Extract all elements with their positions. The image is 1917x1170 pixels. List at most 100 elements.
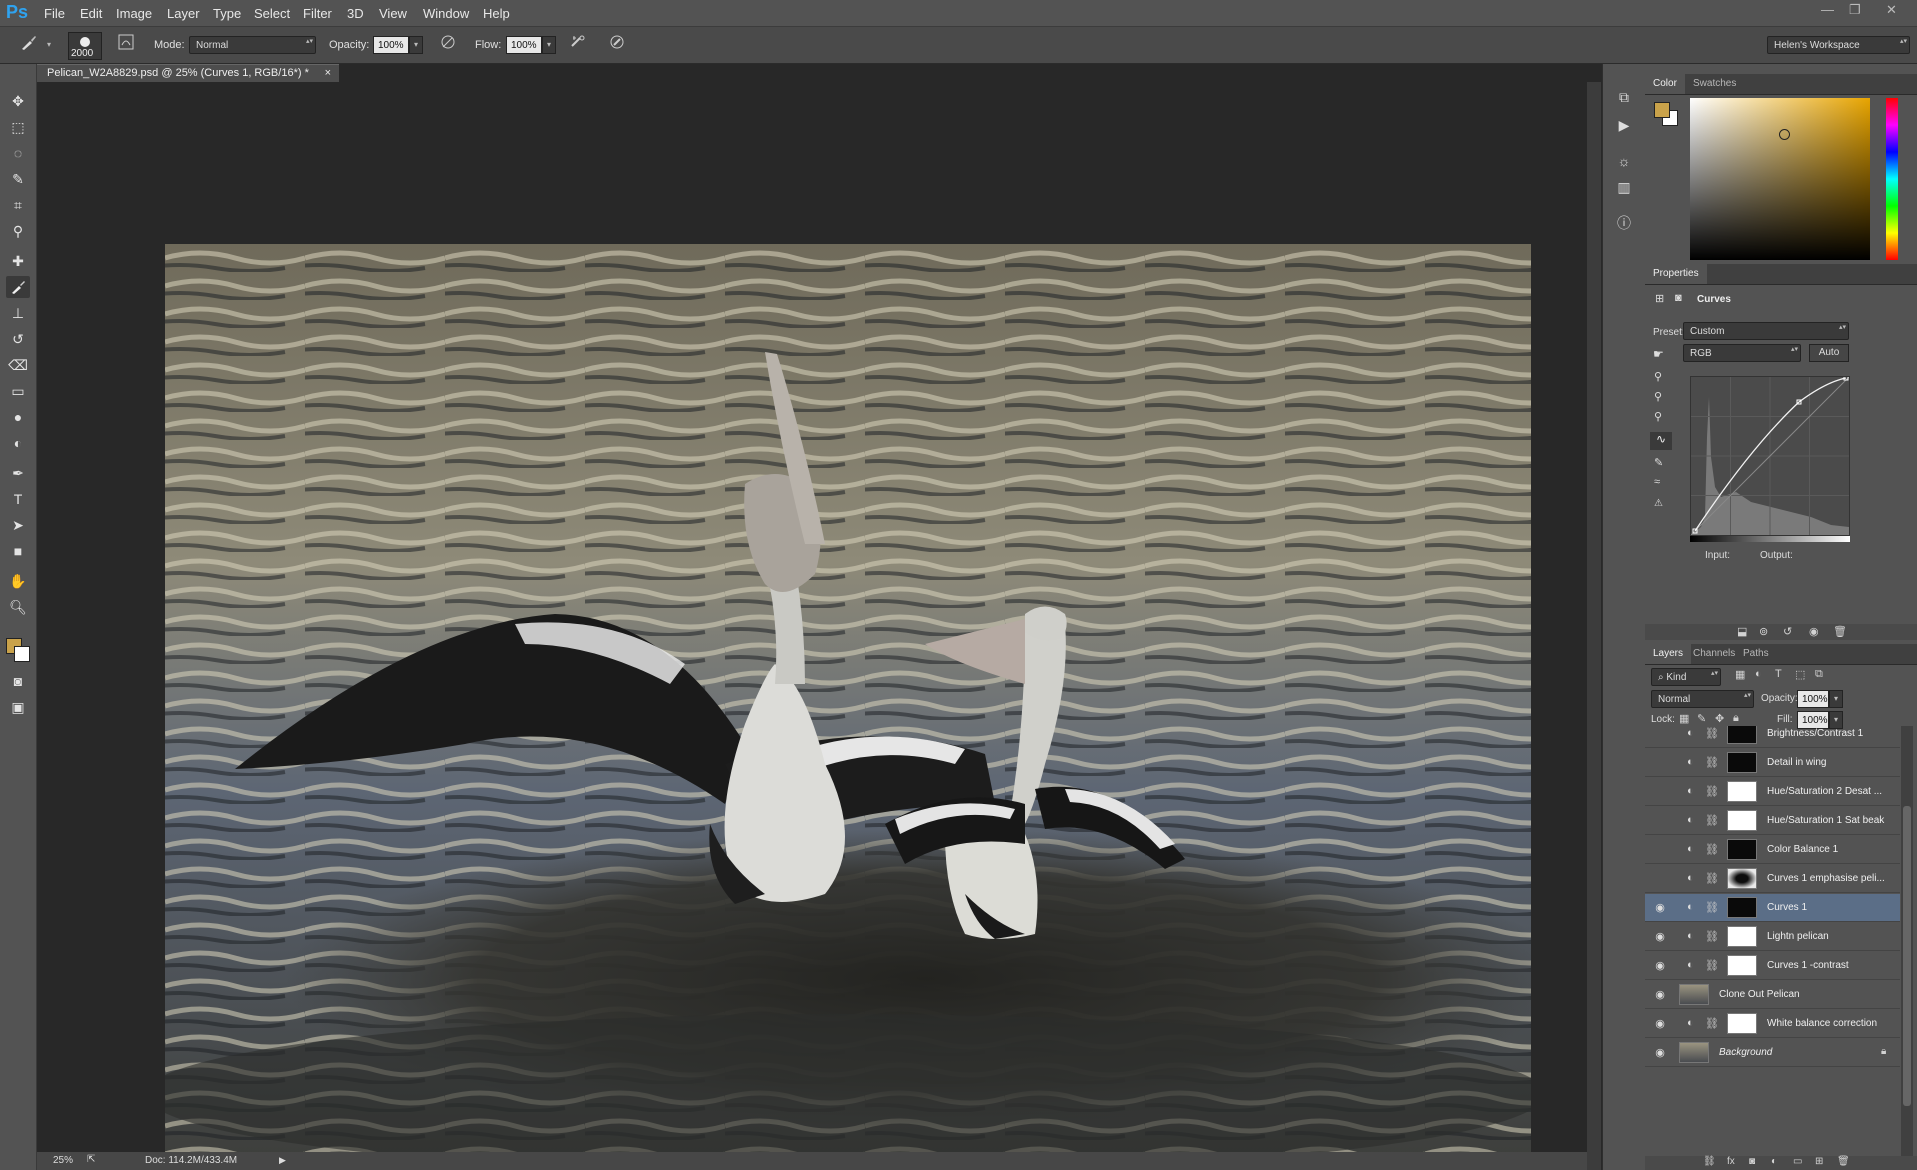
new-adjustment-layer-icon[interactable]: ◐ bbox=[1771, 1156, 1777, 1167]
adjustment-filter-icon[interactable]: ◐ bbox=[1755, 668, 1762, 680]
brush-tool-preset-icon[interactable] bbox=[18, 34, 40, 56]
menu-view[interactable]: View bbox=[379, 6, 407, 21]
menu-help[interactable]: Help bbox=[483, 6, 510, 21]
status-menu-arrow-icon[interactable]: ▶ bbox=[279, 1155, 286, 1166]
smooth-curve-icon[interactable]: ≈ bbox=[1654, 476, 1660, 488]
layer-name[interactable]: Lightn pelican bbox=[1767, 931, 1897, 942]
delete-layer-icon[interactable]: 🗑︎ bbox=[1837, 1156, 1850, 1167]
layer-name[interactable]: White balance correction bbox=[1767, 1018, 1897, 1029]
layer-row[interactable]: ◐ ⛓ Hue/Saturation 1 Sat beak bbox=[1645, 807, 1900, 835]
lasso-tool-icon[interactable]: ◌ bbox=[6, 142, 30, 164]
lock-position-icon[interactable]: ✥ bbox=[1715, 712, 1724, 725]
curves-graph[interactable] bbox=[1690, 375, 1850, 536]
menu-filter[interactable]: Filter bbox=[303, 6, 332, 21]
layer-name[interactable]: Background bbox=[1719, 1047, 1849, 1058]
eyedropper-tool-icon[interactable]: ⚲ bbox=[6, 220, 30, 242]
smart-object-filter-icon[interactable]: ⧉ bbox=[1815, 668, 1823, 681]
restore-button[interactable]: ❐ bbox=[1849, 2, 1861, 18]
color-picker-cursor[interactable] bbox=[1779, 129, 1790, 140]
visibility-eye-icon[interactable]: ◉ bbox=[1653, 959, 1667, 973]
mode-dropdown[interactable]: Normal bbox=[189, 36, 316, 54]
export-icon[interactable]: ⇱ bbox=[87, 1154, 95, 1165]
hand-tool-icon[interactable]: ✋ bbox=[6, 570, 30, 592]
target-adjustment-icon[interactable]: ☛ bbox=[1653, 347, 1664, 361]
blend-mode-dropdown[interactable]: Normal bbox=[1651, 690, 1754, 708]
visibility-eye-icon[interactable] bbox=[1653, 872, 1667, 886]
eraser-tool-icon[interactable]: ⌫ bbox=[6, 354, 30, 376]
layer-row[interactable]: ◐ ⛓ Curves 1 emphasise peli... bbox=[1645, 865, 1900, 893]
airbrush-icon[interactable] bbox=[567, 34, 589, 56]
mask-icon[interactable]: ◙ bbox=[1675, 292, 1682, 304]
visibility-eye-icon[interactable]: ◉ bbox=[1653, 988, 1667, 1002]
layer-name[interactable]: Color Balance 1 bbox=[1767, 844, 1897, 855]
zoom-level[interactable]: 25% bbox=[53, 1155, 73, 1166]
layer-row[interactable]: ◉ Background 🔒︎ bbox=[1645, 1039, 1900, 1067]
delete-adjustment-icon[interactable]: 🗑︎ bbox=[1833, 625, 1847, 638]
opacity-field[interactable]: 100% bbox=[373, 36, 409, 54]
layer-thumbnail[interactable] bbox=[1679, 1042, 1709, 1063]
visibility-eye-icon[interactable]: ◉ bbox=[1653, 1017, 1667, 1031]
tab-color[interactable]: Color bbox=[1645, 74, 1685, 94]
black-point-eyedropper-icon[interactable]: ⚲ bbox=[1654, 370, 1662, 383]
menu-image[interactable]: Image bbox=[116, 6, 152, 21]
layer-style-icon[interactable]: fx bbox=[1727, 1156, 1735, 1167]
pen-tool-icon[interactable]: ✒ bbox=[6, 462, 30, 484]
blur-tool-icon[interactable]: ● bbox=[6, 406, 30, 428]
add-mask-icon[interactable]: ◙ bbox=[1749, 1156, 1755, 1167]
menu-select[interactable]: Select bbox=[254, 6, 290, 21]
color-panel-foreground-swatch[interactable] bbox=[1654, 102, 1670, 118]
layer-name[interactable]: Brightness/Contrast 1 bbox=[1767, 728, 1897, 739]
toggle-visibility-icon[interactable]: ◉ bbox=[1809, 625, 1819, 638]
channel-dropdown[interactable]: RGB bbox=[1683, 344, 1801, 362]
link-layers-icon[interactable]: ⛓ bbox=[1703, 1156, 1716, 1167]
flow-slider-toggle[interactable]: ▾ bbox=[542, 36, 556, 54]
healing-brush-tool-icon[interactable]: ✚ bbox=[6, 250, 30, 272]
chain-link-icon[interactable]: ⛓ bbox=[1705, 959, 1719, 972]
document-tab[interactable]: Pelican_W2A8829.psd @ 25% (Curves 1, RGB… bbox=[37, 64, 339, 82]
tab-swatches[interactable]: Swatches bbox=[1685, 74, 1744, 94]
visibility-eye-icon[interactable] bbox=[1653, 785, 1667, 799]
clipping-warning-icon[interactable]: ⚠ bbox=[1654, 498, 1663, 509]
layer-name[interactable]: Curves 1 -contrast bbox=[1767, 960, 1897, 971]
rectangle-tool-icon[interactable]: ■ bbox=[6, 540, 30, 562]
lock-transparent-icon[interactable]: ▦ bbox=[1679, 712, 1689, 725]
flow-field[interactable]: 100% bbox=[506, 36, 542, 54]
chain-link-icon[interactable]: ⛓ bbox=[1705, 814, 1719, 827]
menu-file[interactable]: File bbox=[44, 6, 65, 21]
info-panel-icon[interactable]: ⓘ bbox=[1613, 212, 1635, 234]
crop-tool-icon[interactable]: ⌗ bbox=[6, 194, 30, 216]
clip-to-layer-icon[interactable]: ⬓ bbox=[1737, 625, 1747, 638]
layer-row[interactable]: ◐ ⛓ Detail in wing bbox=[1645, 749, 1900, 777]
chain-link-icon[interactable]: ⛓ bbox=[1705, 843, 1719, 856]
layer-row[interactable]: ◉ ◐ ⛓ White balance correction bbox=[1645, 1010, 1900, 1038]
white-point-eyedropper-icon[interactable]: ⚲ bbox=[1654, 410, 1662, 423]
chain-link-icon[interactable]: ⛓ bbox=[1705, 727, 1719, 740]
menu-3d[interactable]: 3D bbox=[347, 6, 364, 21]
workspace-switcher[interactable]: Helen's Workspace bbox=[1767, 36, 1910, 54]
canvas-area[interactable] bbox=[37, 82, 1587, 1156]
close-window-button[interactable]: ✕ bbox=[1886, 2, 1897, 18]
layer-name[interactable]: Clone Out Pelican bbox=[1719, 989, 1849, 1000]
layer-name[interactable]: Hue/Saturation 1 Sat beak bbox=[1767, 815, 1897, 826]
zoom-tool-icon[interactable]: 🔍︎ bbox=[6, 596, 30, 618]
close-tab-icon[interactable]: × bbox=[325, 65, 331, 82]
opacity-slider-toggle[interactable]: ▾ bbox=[409, 36, 423, 54]
visibility-eye-icon[interactable] bbox=[1653, 727, 1667, 741]
actions-panel-icon[interactable]: ▶ bbox=[1613, 114, 1635, 136]
layer-mask-thumbnail[interactable] bbox=[1727, 926, 1757, 947]
clone-stamp-tool-icon[interactable]: ⊥ bbox=[6, 302, 30, 324]
layer-row[interactable]: ◉ ◐ ⛓ Lightn pelican bbox=[1645, 923, 1900, 951]
shape-filter-icon[interactable]: ⬚ bbox=[1795, 668, 1805, 681]
menu-window[interactable]: Window bbox=[423, 6, 469, 21]
layers-scrollbar[interactable] bbox=[1901, 726, 1913, 1156]
quick-mask-icon[interactable]: ◙ bbox=[6, 670, 30, 692]
reset-icon[interactable]: ↺ bbox=[1783, 625, 1792, 638]
chevron-down-icon[interactable]: ▾ bbox=[47, 40, 51, 49]
visibility-eye-icon[interactable]: ◉ bbox=[1653, 930, 1667, 944]
layer-mask-thumbnail[interactable] bbox=[1727, 752, 1757, 773]
tab-properties[interactable]: Properties bbox=[1645, 264, 1707, 284]
layer-mask-thumbnail[interactable] bbox=[1727, 897, 1757, 918]
layer-mask-thumbnail[interactable] bbox=[1727, 781, 1757, 802]
layer-mask-thumbnail[interactable] bbox=[1727, 839, 1757, 860]
screen-mode-icon[interactable]: ▣ bbox=[6, 696, 30, 718]
